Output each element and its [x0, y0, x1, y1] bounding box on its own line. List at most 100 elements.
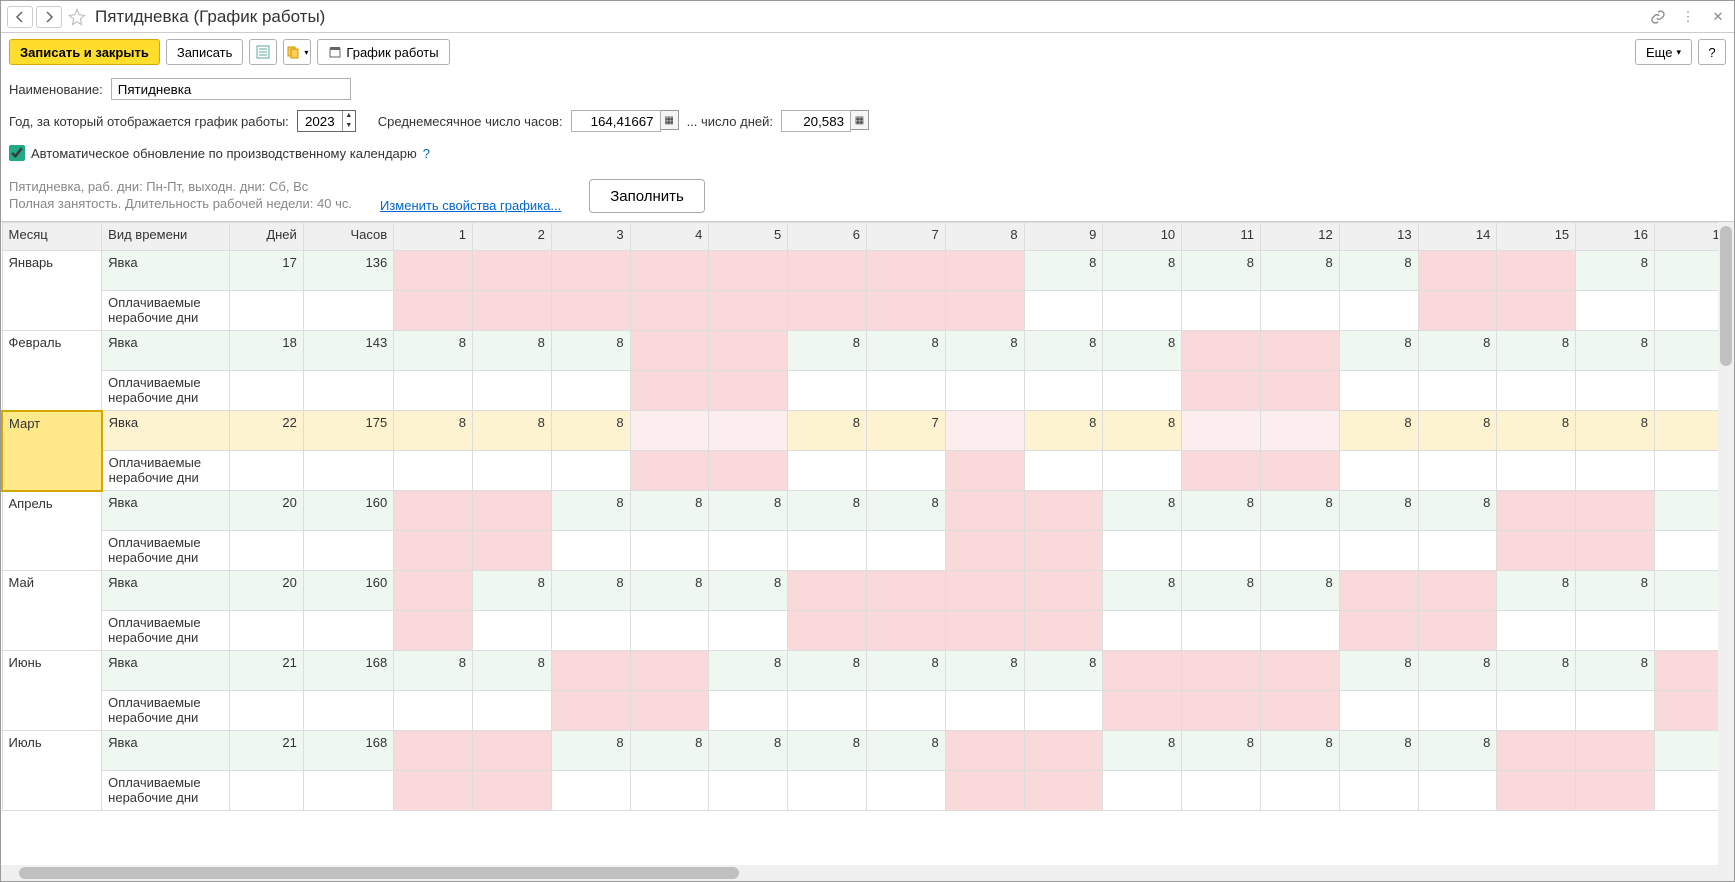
day-cell[interactable]	[551, 251, 630, 291]
day-cell-sub[interactable]	[1418, 611, 1497, 651]
col-day-6[interactable]: 6	[788, 223, 867, 251]
day-cell-sub[interactable]	[788, 451, 867, 491]
day-cell[interactable]: 8	[1576, 331, 1655, 371]
day-cell-sub[interactable]	[1576, 371, 1655, 411]
day-cell[interactable]	[630, 651, 709, 691]
type-cell[interactable]: Явка	[102, 331, 229, 371]
day-cell-sub[interactable]	[1260, 611, 1339, 651]
day-cell-sub[interactable]	[1339, 291, 1418, 331]
day-cell[interactable]: 8	[1260, 731, 1339, 771]
type-cell-sub[interactable]: Оплачиваемые нерабочие дни	[102, 691, 229, 731]
day-cell-sub[interactable]	[866, 371, 945, 411]
hours-cell[interactable]: 168	[303, 651, 393, 691]
day-cell[interactable]: 8	[1103, 411, 1182, 451]
days-cell[interactable]: 20	[229, 571, 303, 611]
day-cell-sub[interactable]	[945, 531, 1024, 571]
day-cell[interactable]: 8	[1497, 571, 1576, 611]
day-cell[interactable]	[1576, 731, 1655, 771]
day-cell-sub[interactable]	[1260, 691, 1339, 731]
day-cell-sub[interactable]	[1024, 371, 1103, 411]
day-cell[interactable]: 8	[394, 651, 473, 691]
day-cell[interactable]: 8	[1024, 251, 1103, 291]
day-cell[interactable]: 8	[1182, 571, 1261, 611]
day-cell[interactable]	[1339, 571, 1418, 611]
day-cell-sub[interactable]	[394, 371, 473, 411]
day-cell-sub[interactable]	[866, 691, 945, 731]
table-row[interactable]: МайЯвка201608888888888	[2, 571, 1734, 611]
day-cell-sub[interactable]	[1497, 531, 1576, 571]
day-cell-sub[interactable]	[945, 291, 1024, 331]
day-cell-sub[interactable]	[1576, 691, 1655, 731]
day-cell[interactable]	[945, 731, 1024, 771]
type-cell[interactable]: Явка	[102, 731, 229, 771]
list-icon-button[interactable]	[249, 39, 277, 65]
day-cell[interactable]: 8	[1103, 731, 1182, 771]
day-cell-sub[interactable]	[945, 771, 1024, 811]
col-day-12[interactable]: 12	[1260, 223, 1339, 251]
day-cell[interactable]: 8	[788, 491, 867, 531]
day-cell[interactable]: 8	[1103, 571, 1182, 611]
link-icon[interactable]	[1648, 7, 1668, 27]
col-day-4[interactable]: 4	[630, 223, 709, 251]
month-cell[interactable]: Март	[2, 411, 102, 491]
day-cell-sub[interactable]	[866, 531, 945, 571]
month-cell[interactable]: Январь	[2, 251, 102, 331]
day-cell[interactable]	[788, 571, 867, 611]
day-cell-sub[interactable]	[630, 451, 709, 491]
day-cell[interactable]	[473, 491, 552, 531]
day-cell-sub[interactable]	[788, 291, 867, 331]
day-cell[interactable]: 8	[551, 571, 630, 611]
day-cell-sub[interactable]	[788, 691, 867, 731]
month-cell[interactable]: Май	[2, 571, 102, 651]
day-cell-sub[interactable]	[1497, 691, 1576, 731]
month-cell[interactable]: Апрель	[2, 491, 102, 571]
day-cell-sub[interactable]	[551, 291, 630, 331]
day-cell[interactable]: 8	[1260, 251, 1339, 291]
day-cell-sub[interactable]	[1418, 771, 1497, 811]
day-cell-sub[interactable]	[1418, 291, 1497, 331]
day-cell[interactable]	[630, 331, 709, 371]
day-cell-sub[interactable]	[1182, 531, 1261, 571]
hours-cell[interactable]: 160	[303, 491, 393, 531]
day-cell-sub[interactable]	[551, 531, 630, 571]
day-cell-sub[interactable]	[709, 691, 788, 731]
day-cell[interactable]	[788, 251, 867, 291]
day-cell[interactable]: 8	[1418, 491, 1497, 531]
avg-hours-input[interactable]	[571, 110, 661, 132]
day-cell-sub[interactable]	[1182, 611, 1261, 651]
type-cell[interactable]: Явка	[102, 571, 229, 611]
day-cell-sub[interactable]	[1182, 451, 1261, 491]
table-row-sub[interactable]: Оплачиваемые нерабочие дни	[2, 531, 1734, 571]
schedule-table-wrap[interactable]: Месяц Вид времени Дней Часов 12345678910…	[1, 221, 1734, 865]
table-row-sub[interactable]: Оплачиваемые нерабочие дни	[2, 451, 1734, 491]
day-cell-sub[interactable]	[551, 611, 630, 651]
hours-cell[interactable]: 136	[303, 251, 393, 291]
day-cell[interactable]	[1024, 571, 1103, 611]
avg-days-input[interactable]	[781, 110, 851, 132]
day-cell-sub[interactable]	[1103, 451, 1182, 491]
day-cell[interactable]: 8	[473, 331, 552, 371]
day-cell[interactable]: 8	[473, 651, 552, 691]
day-cell[interactable]: 8	[1103, 491, 1182, 531]
day-cell[interactable]: 8	[630, 571, 709, 611]
day-cell[interactable]	[945, 571, 1024, 611]
table-row[interactable]: ИюльЯвка2116888888888888	[2, 731, 1734, 771]
day-cell-sub[interactable]	[1576, 611, 1655, 651]
scrollbar-vertical[interactable]	[1718, 222, 1734, 865]
day-cell-sub[interactable]	[1418, 451, 1497, 491]
type-cell-sub[interactable]: Оплачиваемые нерабочие дни	[102, 371, 229, 411]
days-cell[interactable]: 21	[229, 731, 303, 771]
day-cell[interactable]	[1024, 731, 1103, 771]
day-cell-sub[interactable]	[1497, 611, 1576, 651]
day-cell-sub[interactable]	[1418, 371, 1497, 411]
day-cell-sub[interactable]	[1103, 691, 1182, 731]
day-cell-sub[interactable]	[473, 291, 552, 331]
day-cell-sub[interactable]	[630, 531, 709, 571]
day-cell[interactable]: 8	[1024, 331, 1103, 371]
day-cell-sub[interactable]	[1260, 771, 1339, 811]
star-icon[interactable]	[65, 5, 89, 29]
day-cell-sub[interactable]	[1024, 771, 1103, 811]
table-row[interactable]: ИюньЯвка2116888888888888	[2, 651, 1734, 691]
day-cell[interactable]: 8	[1339, 331, 1418, 371]
change-props-link[interactable]: Изменить свойства графика...	[380, 198, 561, 213]
